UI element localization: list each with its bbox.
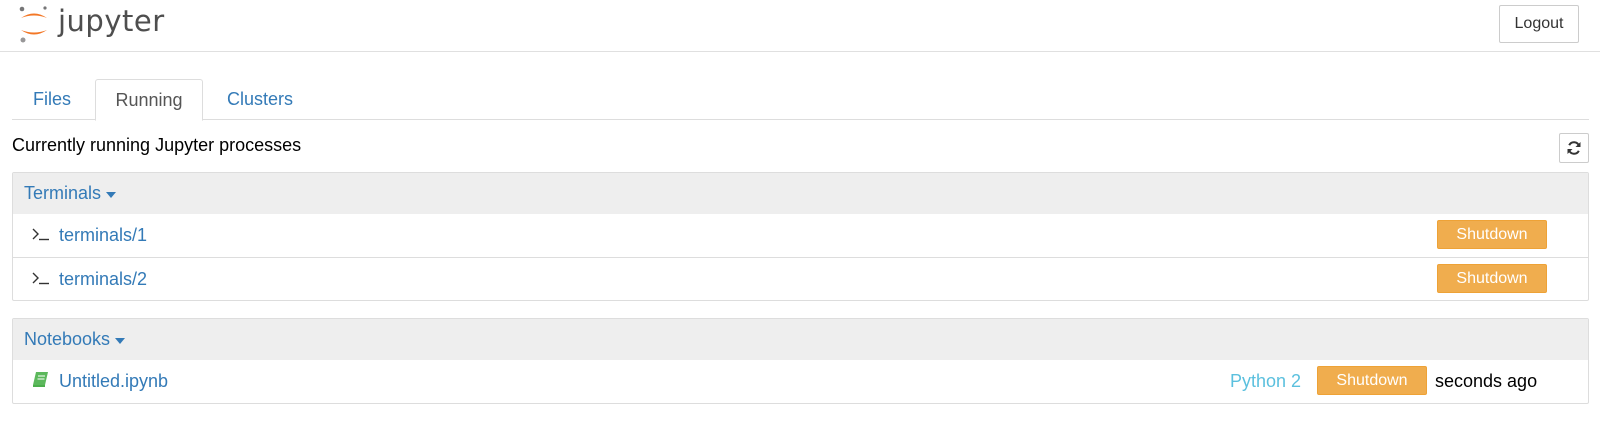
- notebook-row: Untitled.ipynb Python 2 Shutdown seconds…: [13, 360, 1588, 403]
- terminal-row: terminals/2 Shutdown: [13, 257, 1588, 300]
- last-activity: seconds ago: [1435, 371, 1538, 391]
- jupyter-logo[interactable]: jupyter: [18, 4, 165, 44]
- kernel-name: Python 2: [1230, 371, 1302, 391]
- refresh-button[interactable]: [1559, 133, 1589, 163]
- tab-clusters[interactable]: Clusters: [208, 79, 312, 120]
- caret-down-icon: [106, 191, 117, 198]
- terminals-title: Terminals: [24, 183, 102, 203]
- caret-down-icon: [115, 337, 126, 344]
- terminals-panel-header[interactable]: Terminals: [13, 173, 1588, 214]
- jupyter-logo-icon: [19, 6, 47, 43]
- header-bar: jupyter Logout: [0, 0, 1600, 52]
- notebooks-panel: Notebooks Untitled.ipynb Python 2 Shutdo…: [12, 318, 1589, 404]
- terminal-icon: [32, 226, 52, 247]
- tab-bar: Files Running Clusters: [12, 79, 1589, 121]
- shutdown-button[interactable]: Shutdown: [1437, 220, 1547, 249]
- notebooks-panel-header[interactable]: Notebooks: [13, 319, 1588, 360]
- shutdown-button[interactable]: Shutdown: [1317, 366, 1427, 395]
- tab-running[interactable]: Running: [95, 79, 203, 121]
- terminal-link[interactable]: terminals/2: [59, 269, 147, 290]
- terminal-row: terminals/1 Shutdown: [13, 214, 1588, 257]
- logout-button[interactable]: Logout: [1499, 5, 1579, 43]
- logo-text: jupyter: [58, 4, 165, 38]
- terminal-icon: [32, 270, 52, 291]
- notebook-link[interactable]: Untitled.ipynb: [59, 371, 168, 392]
- shutdown-button[interactable]: Shutdown: [1437, 264, 1547, 293]
- refresh-icon: [1567, 141, 1581, 155]
- terminal-link[interactable]: terminals/1: [59, 225, 147, 246]
- tab-files[interactable]: Files: [12, 79, 92, 120]
- running-description: Currently running Jupyter processes: [12, 135, 302, 155]
- notebook-icon: [32, 371, 50, 393]
- notebooks-title: Notebooks: [24, 329, 111, 349]
- terminals-panel: Terminals terminals/1 Shutdown terminals…: [12, 172, 1589, 301]
